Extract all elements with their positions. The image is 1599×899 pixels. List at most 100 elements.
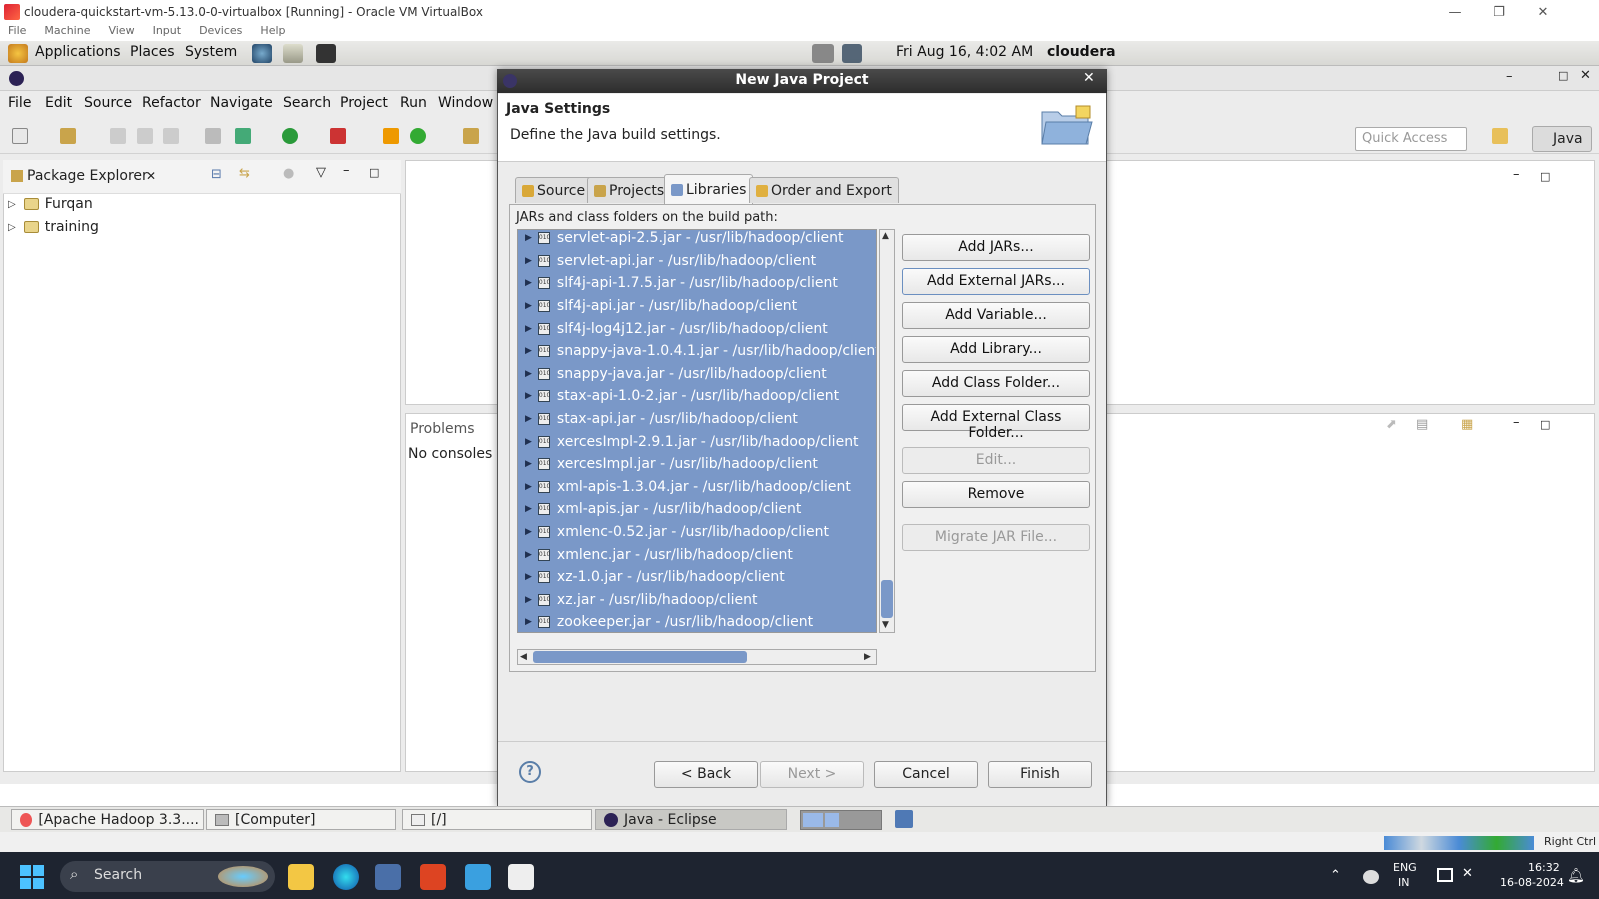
- add-variable-button[interactable]: Add Variable...: [902, 302, 1090, 329]
- windows-search-box[interactable]: ⌕ Search: [60, 861, 275, 892]
- expand-arrow-icon[interactable]: ▶: [525, 482, 532, 492]
- pin-console-icon[interactable]: ⬈: [1386, 417, 1397, 432]
- taskbar-time[interactable]: 16:32: [1528, 861, 1560, 874]
- expand-arrow-icon[interactable]: ▶: [525, 391, 532, 401]
- menu-run[interactable]: Run: [400, 95, 427, 111]
- back-button[interactable]: < Back: [654, 761, 758, 788]
- mail-icon[interactable]: [283, 44, 303, 63]
- restore-button[interactable]: ❐: [1476, 0, 1522, 24]
- tab-source[interactable]: Source: [515, 177, 593, 203]
- notification-bell-icon[interactable]: 🔔︎: [1567, 868, 1585, 884]
- expand-arrow-icon[interactable]: ▶: [525, 437, 532, 447]
- java-perspective-button[interactable]: Java: [1532, 126, 1592, 152]
- save-icon[interactable]: [110, 128, 126, 144]
- debug-icon[interactable]: [235, 128, 251, 144]
- workspace-switcher[interactable]: [800, 810, 882, 830]
- tree-item-furqan[interactable]: ▷ Furqan: [8, 196, 93, 212]
- eclipse-maximize-icon[interactable]: □: [1558, 69, 1568, 82]
- jar-list-item[interactable]: ▶ 010 zookeeper.jar - /usr/lib/hadoop/clie…: [518, 611, 876, 632]
- jar-list-item[interactable]: ▶ 010 stax-api.jar - /usr/lib/hadoop/clien…: [518, 407, 876, 431]
- volume-icon[interactable]: [812, 44, 834, 63]
- jar-list-item[interactable]: ▶ 010 slf4j-log4j12.jar - /usr/lib/hadoop/…: [518, 317, 876, 340]
- jar-list-item[interactable]: ▶ 010 snappy-java.jar - /usr/lib/hadoop/cl…: [518, 362, 876, 386]
- region-indicator[interactable]: IN: [1398, 876, 1409, 889]
- minimize-button[interactable]: —: [1432, 0, 1478, 24]
- vbox-menu-file[interactable]: File: [8, 24, 26, 41]
- package-explorer-tab[interactable]: Package Explorer ✕ ⊟ ⇆ ● ▽ – □: [3, 160, 401, 194]
- expand-arrow-icon[interactable]: ▷: [8, 222, 16, 233]
- remove-button[interactable]: Remove: [902, 481, 1090, 508]
- menu-search[interactable]: Search: [283, 95, 331, 111]
- vbox-menu-input[interactable]: Input: [153, 24, 181, 41]
- menu-navigate[interactable]: Navigate: [210, 95, 273, 111]
- vbox-menu-devices[interactable]: Devices: [199, 24, 242, 41]
- task-computer[interactable]: [Computer]: [206, 809, 396, 830]
- open-perspective-icon[interactable]: [1492, 128, 1508, 144]
- minimize-view-icon[interactable]: –: [343, 163, 350, 178]
- expand-arrow-icon[interactable]: ▶: [525, 595, 532, 605]
- vertical-scroll-thumb[interactable]: [881, 580, 893, 618]
- jar-list-item[interactable]: ▶ 010 xml-apis-1.3.04.jar - /usr/lib/hadoo…: [518, 475, 876, 499]
- task-hadoop[interactable]: [Apache Hadoop 3.3....: [11, 809, 204, 830]
- jar-list-item[interactable]: ▶ 010 xz.jar - /usr/lib/hadoop/client: [518, 588, 876, 612]
- tab-projects[interactable]: Projects: [587, 177, 672, 203]
- clock[interactable]: Fri Aug 16, 4:02 AM: [896, 44, 1033, 60]
- system-menu[interactable]: System: [185, 44, 237, 60]
- jar-list[interactable]: ▶ 010 servlet-api-2.5.jar - /usr/lib/hadoo…: [517, 229, 877, 633]
- expand-arrow-icon[interactable]: ▶: [525, 233, 532, 243]
- view-menu-icon[interactable]: ▽: [316, 165, 326, 180]
- collapse-all-icon[interactable]: ⊟: [211, 167, 222, 182]
- open-console-icon[interactable]: ▦: [1461, 417, 1473, 432]
- dialog-close-icon[interactable]: ✕: [1083, 70, 1095, 86]
- run-icon[interactable]: [282, 128, 298, 144]
- edge-icon[interactable]: [333, 864, 359, 890]
- maximize-view-icon[interactable]: □: [369, 166, 379, 179]
- edit-button[interactable]: Edit...: [902, 447, 1090, 474]
- notepad-icon[interactable]: [465, 864, 491, 890]
- virtualbox-vm-icon[interactable]: [420, 864, 446, 890]
- display-console-icon[interactable]: ▤: [1416, 417, 1428, 432]
- problems-tab[interactable]: Problems: [410, 421, 475, 437]
- jar-list-item[interactable]: ▶ 010 xml-apis.jar - /usr/lib/hadoop/clien…: [518, 498, 876, 521]
- migrate-jar-button[interactable]: Migrate JAR File...: [902, 524, 1090, 551]
- tray-expand-icon[interactable]: ⌃: [1330, 868, 1341, 883]
- refresh-icon[interactable]: [410, 128, 426, 144]
- add-class-folder-button[interactable]: Add Class Folder...: [902, 370, 1090, 397]
- onedrive-icon[interactable]: [1363, 870, 1379, 884]
- close-view-icon[interactable]: ✕: [146, 169, 156, 183]
- vbox-menu-machine[interactable]: Machine: [44, 24, 90, 41]
- vbox-menu-help[interactable]: Help: [260, 24, 285, 41]
- help-icon[interactable]: ?: [519, 761, 541, 783]
- jar-list-item[interactable]: ▶ 010 xmlenc-0.52.jar - /usr/lib/hadoop/cl…: [518, 520, 876, 544]
- taskbar-date[interactable]: 16-08-2024: [1500, 876, 1564, 889]
- add-library-button[interactable]: Add Library...: [902, 336, 1090, 363]
- jar-list-item[interactable]: ▶ 010 xercesImpl.jar - /usr/lib/hadoop/cli…: [518, 453, 876, 476]
- menu-refactor[interactable]: Refactor: [142, 95, 201, 111]
- volume-muted-icon[interactable]: ✕: [1462, 866, 1473, 881]
- snipping-tool-icon[interactable]: [508, 864, 534, 890]
- task-eclipse[interactable]: Java - Eclipse: [595, 809, 787, 830]
- link-editor-icon[interactable]: ⇆: [239, 166, 250, 181]
- add-external-class-folder-button[interactable]: Add External Class Folder...: [902, 404, 1090, 441]
- print-icon[interactable]: [163, 128, 179, 144]
- new-package-icon[interactable]: [60, 128, 76, 144]
- expand-arrow-icon[interactable]: ▶: [525, 301, 532, 311]
- console-minimize-icon[interactable]: –: [1513, 415, 1520, 430]
- vbox-device-icons[interactable]: [1384, 836, 1534, 850]
- expand-arrow-icon[interactable]: ▶: [525, 504, 532, 514]
- close-button[interactable]: ✕: [1520, 0, 1566, 24]
- tree-item-training[interactable]: ▷ training: [8, 219, 99, 235]
- new-java-class-icon[interactable]: [383, 128, 399, 144]
- scroll-down-icon[interactable]: ▼: [882, 620, 889, 630]
- expand-arrow-icon[interactable]: ▶: [525, 369, 532, 379]
- editor-minimize-icon[interactable]: –: [1513, 167, 1520, 182]
- network-icon[interactable]: [842, 44, 862, 63]
- scroll-right-icon[interactable]: ▶: [864, 652, 871, 662]
- task-root-folder[interactable]: [/]: [402, 809, 592, 830]
- eclipse-close-icon[interactable]: ✕: [1580, 68, 1591, 83]
- jar-list-item[interactable]: ▶ 010 servlet-api-2.5.jar - /usr/lib/hadoo…: [518, 230, 876, 250]
- quick-access-input[interactable]: Quick Access: [1355, 127, 1467, 151]
- eclipse-minimize-icon[interactable]: –: [1506, 69, 1513, 84]
- expand-arrow-icon[interactable]: ▶: [525, 346, 532, 356]
- jar-list-item[interactable]: ▶ 010 slf4j-api-1.7.5.jar - /usr/lib/hadoo…: [518, 272, 876, 295]
